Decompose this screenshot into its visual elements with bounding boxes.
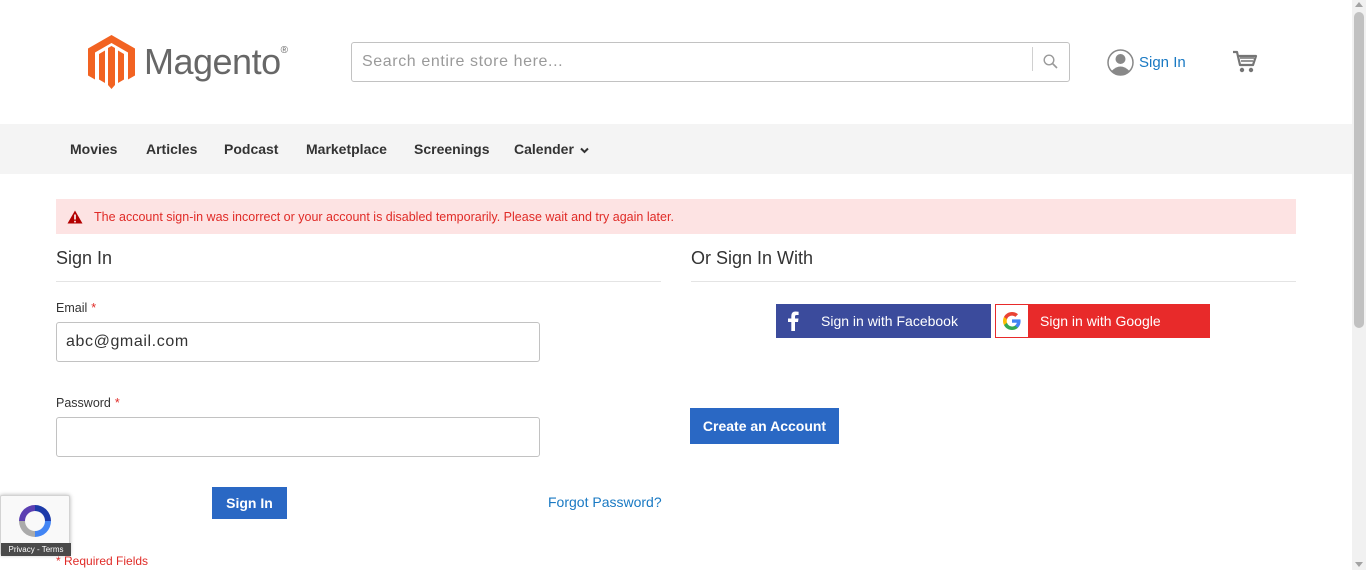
facebook-icon — [776, 304, 810, 338]
nav-item-articles[interactable]: Articles — [146, 141, 197, 157]
error-message-text: The account sign-in was incorrect or you… — [94, 209, 674, 224]
search-button[interactable] — [1038, 49, 1062, 73]
required-mark: * — [114, 396, 120, 410]
scrollbar-thumb[interactable] — [1354, 12, 1364, 328]
nav-item-calender-label: Calender — [514, 141, 574, 157]
store-logo[interactable]: Magento® — [88, 35, 288, 89]
recaptcha-badge[interactable]: Privacy - Terms — [0, 495, 71, 556]
main-navigation: Movies Articles Podcast Marketplace Scre… — [0, 124, 1352, 174]
facebook-signin-button[interactable]: Sign in with Facebook — [776, 304, 991, 338]
forgot-password-link[interactable]: Forgot Password? — [548, 494, 662, 510]
password-label: Password * — [56, 396, 120, 410]
brand-name: Magento® — [144, 41, 288, 82]
shopping-cart-icon — [1233, 50, 1258, 73]
search-box — [351, 42, 1070, 82]
minicart[interactable] — [1232, 50, 1258, 79]
page-header: Magento® Sign In — [0, 0, 1352, 124]
signin-button[interactable]: Sign In — [212, 487, 287, 519]
user-avatar-icon — [1107, 49, 1134, 76]
header-signin-link[interactable]: Sign In — [1107, 49, 1186, 76]
nav-item-marketplace[interactable]: Marketplace — [306, 141, 387, 157]
google-icon — [995, 304, 1029, 338]
social-divider — [691, 281, 1296, 282]
chevron-down-icon — [580, 147, 589, 154]
scroll-down-arrow-icon[interactable] — [1355, 562, 1363, 567]
recaptcha-terms[interactable]: Privacy - Terms — [1, 543, 71, 556]
warning-icon — [67, 210, 83, 223]
recaptcha-icon — [19, 505, 51, 537]
signin-divider — [56, 281, 661, 282]
facebook-signin-label: Sign in with Facebook — [821, 313, 958, 329]
google-signin-button[interactable]: Sign in with Google — [995, 304, 1210, 338]
nav-item-screenings[interactable]: Screenings — [414, 141, 489, 157]
social-signin-title: Or Sign In With — [691, 248, 814, 268]
required-mark: * — [91, 301, 97, 315]
nav-item-podcast[interactable]: Podcast — [224, 141, 278, 157]
google-signin-label: Sign in with Google — [1040, 313, 1161, 329]
email-label: Email * — [56, 301, 97, 315]
header-signin-label: Sign In — [1139, 54, 1186, 71]
search-divider — [1032, 47, 1033, 71]
search-input[interactable] — [352, 43, 1022, 81]
magento-logo-icon — [88, 35, 135, 89]
signin-title: Sign In — [56, 248, 113, 268]
nav-item-movies[interactable]: Movies — [70, 141, 117, 157]
password-field[interactable] — [56, 417, 540, 457]
create-account-button[interactable]: Create an Account — [690, 408, 839, 444]
required-fields-note: * Required Fields — [56, 554, 149, 568]
scroll-up-arrow-icon[interactable] — [1355, 2, 1363, 7]
email-field[interactable] — [56, 322, 540, 362]
nav-item-calender[interactable]: Calender — [514, 141, 589, 157]
search-icon — [1042, 53, 1058, 69]
error-message: The account sign-in was incorrect or you… — [56, 199, 1296, 234]
